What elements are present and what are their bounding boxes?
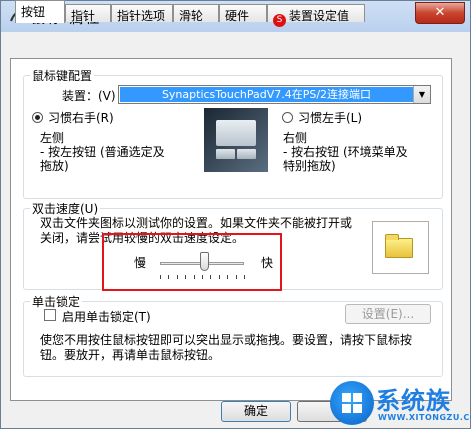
- windows-logo-icon: [330, 381, 374, 425]
- tab-device-settings[interactable]: S 装置设定值: [267, 4, 365, 27]
- watermark-url: WWW.XITONGZU.COM: [378, 413, 471, 422]
- synaptics-icon: S: [273, 14, 286, 27]
- chevron-down-icon[interactable]: ▼: [413, 86, 430, 103]
- tab-hardware[interactable]: 硬件: [219, 4, 267, 23]
- click-lock-settings-button[interactable]: 设置(E)...: [345, 304, 431, 324]
- tab-pointer-options[interactable]: 指针选项: [111, 4, 173, 23]
- left-hand-label: 习惯左手(L): [298, 111, 363, 125]
- click-lock-checkbox[interactable]: [44, 309, 56, 321]
- ok-button[interactable]: 确定: [221, 401, 291, 422]
- site-watermark: 系统族 WWW.XITONGZU.COM: [330, 381, 471, 429]
- tab-pointers[interactable]: 指针: [65, 4, 111, 23]
- left-button-desc-cont: 拖放): [40, 159, 69, 173]
- highlight-box: [102, 233, 282, 291]
- folder-icon[interactable]: [385, 234, 413, 258]
- device-select[interactable]: SynapticsTouchPadV7.4在PS/2连接端口 ▼: [118, 85, 431, 104]
- click-lock-desc-cont: 钮。要放开，再请单击鼠标按钮。: [40, 348, 221, 362]
- test-folder-area[interactable]: [372, 221, 429, 274]
- close-icon: ✕: [434, 5, 446, 20]
- click-lock-label: 启用单击锁定(T): [62, 310, 151, 324]
- tab-buttons[interactable]: 按钮: [15, 0, 65, 23]
- right-hand-label: 习惯右手(R): [48, 111, 114, 125]
- tab-wheel[interactable]: 滑轮: [173, 4, 219, 23]
- touchpad-image: [204, 108, 268, 172]
- close-button[interactable]: ✕: [415, 2, 465, 24]
- right-hand-radio[interactable]: [32, 112, 43, 123]
- button-config-legend: 鼠标键配置: [32, 69, 93, 83]
- right-button-desc-cont: 特别拖放): [283, 159, 336, 173]
- device-label: 装置：(V): [62, 89, 116, 103]
- device-select-value: SynapticsTouchPadV7.4在PS/2连接端口: [120, 87, 413, 102]
- left-hand-radio[interactable]: [282, 112, 293, 123]
- watermark-text: 系统族: [376, 387, 451, 415]
